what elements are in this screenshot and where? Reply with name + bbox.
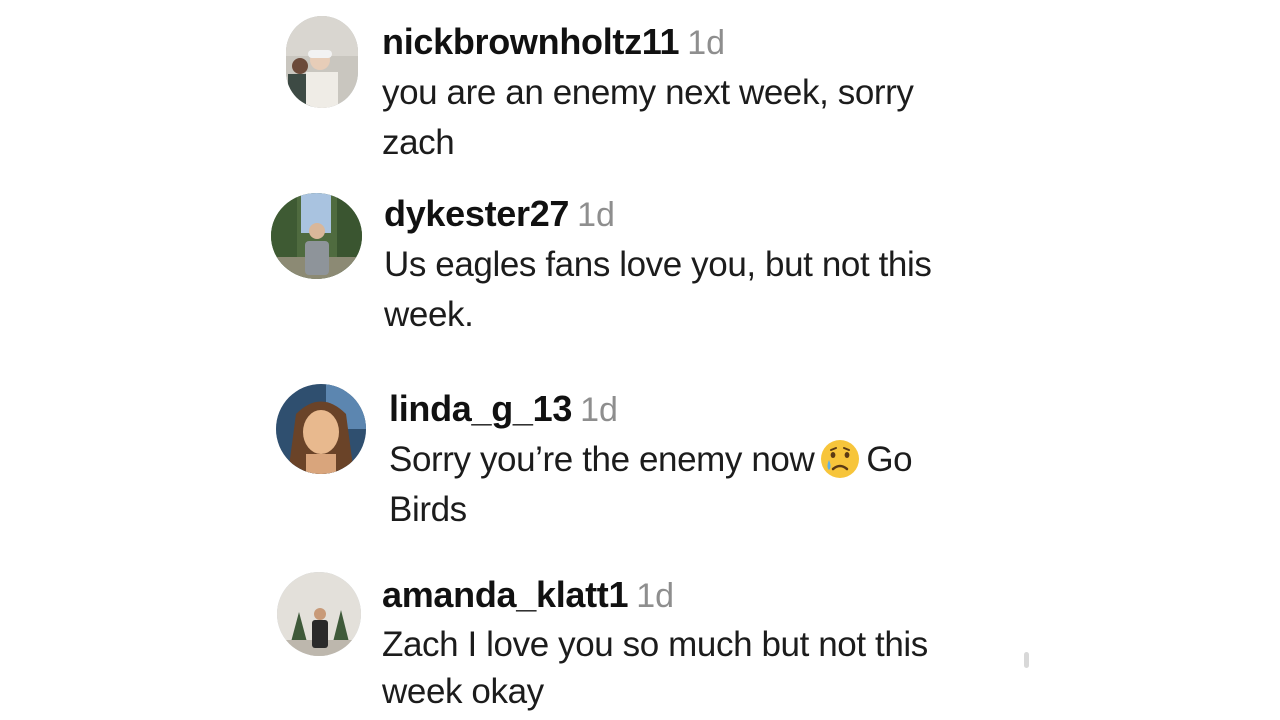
comment-text-segment: Go: [866, 440, 913, 479]
comment-text-line: Zach I love you so much but not this: [382, 625, 928, 664]
comment-text-line: Sorry you’re the enemy now Go: [389, 435, 913, 485]
scroll-indicator: [1024, 652, 1029, 668]
comment-timestamp: 1d: [580, 391, 618, 429]
crying-face-emoji-icon: [821, 440, 860, 478]
comment-text-line: you are an enemy next week, sorry: [382, 73, 914, 112]
comment-text: Sorry you’re the enemy now Go Birds: [389, 435, 913, 535]
comment-text-line: Birds: [389, 490, 467, 529]
comment-text: you are an enemy next week, sorry zach: [382, 68, 914, 168]
avatar-photo-two-people-icon: [286, 16, 358, 108]
avatar-photo-person-outdoors-icon: [271, 193, 362, 279]
comment-text: Us eagles fans love you, but not this we…: [384, 240, 932, 340]
comment-text-segment: Sorry you’re the enemy now: [389, 440, 815, 479]
avatar[interactable]: [271, 193, 362, 279]
comment-username[interactable]: nickbrownholtz11: [382, 21, 680, 62]
comment-text-line: week.: [384, 295, 474, 334]
comment-username[interactable]: dykester27: [384, 193, 569, 234]
comment-text-line: Us eagles fans love you, but not this: [384, 245, 932, 284]
comment-username[interactable]: linda_g_13: [389, 388, 572, 429]
comment-timestamp: 1d: [687, 24, 726, 62]
comment-username[interactable]: amanda_klatt1: [382, 574, 629, 615]
avatar[interactable]: [277, 572, 361, 656]
avatar[interactable]: [276, 384, 366, 474]
avatar-photo-person-with-trees-icon: [277, 572, 361, 656]
comment-text-line: zach: [382, 123, 455, 162]
avatar-photo-selfie-icon: [276, 384, 366, 474]
comment-text-line: week okay: [382, 672, 544, 711]
comment-timestamp: 1d: [577, 196, 615, 234]
comment-text: Zach I love you so much but not this wee…: [382, 621, 928, 715]
avatar[interactable]: [286, 16, 358, 108]
comment-timestamp: 1d: [636, 577, 675, 615]
